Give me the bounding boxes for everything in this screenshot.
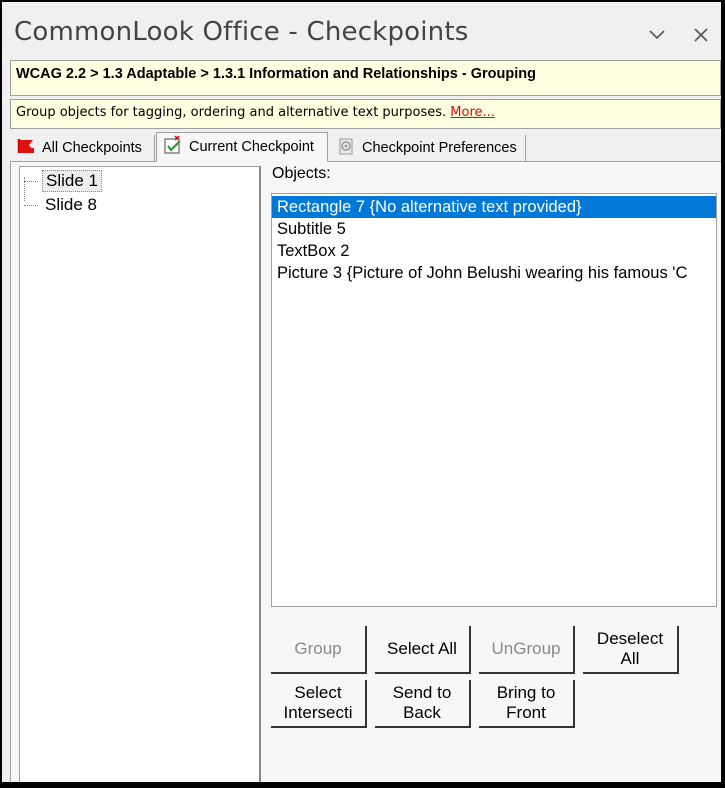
description-text: Group objects for tagging, ordering and … [16,105,451,120]
tree-item-label: Slide 8 [45,195,97,214]
select-all-button-label: Select All [387,639,457,658]
preferences-gear-icon [336,136,356,160]
object-item-subtitle-5[interactable]: Subtitle 5 [272,218,716,240]
checkpoints-window: CommonLook Office - Checkpoints WCAG 2.2… [2,2,721,782]
select-intersecting-button-label: Select Intersecti [283,683,353,722]
select-intersecting-button[interactable]: Select Intersecti [271,680,367,728]
ungroup-button[interactable]: UnGroup [479,626,575,674]
objects-label: Objects: [272,165,331,182]
group-button[interactable]: Group [271,626,367,674]
checkpoint-description: Group objects for tagging, ordering and … [10,99,721,129]
current-checkpoint-panel: Slide 1 Slide 8 Objects: Rectangle 7 {No… [10,162,721,782]
checkpoint-check-icon [163,135,183,159]
title-bar: CommonLook Office - Checkpoints [2,2,721,60]
tab-strip: All Checkpoints Current Checkpoint Check… [10,132,721,162]
more-link[interactable]: More... [450,105,495,120]
window-title: CommonLook Office - Checkpoints [14,17,469,47]
checkpoint-breadcrumb: WCAG 2.2 > 1.3 Adaptable > 1.3.1 Informa… [10,60,721,96]
close-icon[interactable] [688,22,714,48]
send-to-back-button-label: Send to Back [392,683,452,722]
tab-all-checkpoints[interactable]: All Checkpoints [10,135,155,161]
tab-checkpoint-preferences[interactable]: Checkpoint Preferences [330,135,526,161]
tab-checkpoint-preferences-label: Checkpoint Preferences [362,140,517,156]
bring-to-front-button[interactable]: Bring to Front [479,680,575,728]
flag-icon [16,137,36,159]
tree-item-slide-1[interactable]: Slide 1 [24,170,102,192]
object-item-rectangle-7[interactable]: Rectangle 7 {No alternative text provide… [272,196,716,218]
tree-branch [24,204,38,206]
chevron-down-icon[interactable] [644,22,670,48]
deselect-all-button[interactable]: Deselect All [583,626,679,674]
tab-current-checkpoint-label: Current Checkpoint [189,139,314,155]
select-all-button[interactable]: Select All [375,626,471,674]
bring-to-front-button-label: Bring to Front [496,683,556,722]
tree-item-label: Slide 1 [42,170,102,192]
ungroup-button-label: UnGroup [491,639,561,658]
group-button-label: Group [294,639,342,658]
send-to-back-button[interactable]: Send to Back [375,680,471,728]
tab-current-checkpoint[interactable]: Current Checkpoint [156,132,328,162]
tab-all-checkpoints-label: All Checkpoints [42,140,142,156]
object-item-picture-3[interactable]: Picture 3 {Picture of John Belushi weari… [272,262,716,284]
object-item-textbox-2[interactable]: TextBox 2 [272,240,716,262]
tree-branch [24,180,38,182]
deselect-all-button-label: Deselect All [596,629,664,668]
objects-list[interactable]: Rectangle 7 {No alternative text provide… [271,193,717,607]
tree-item-slide-8[interactable]: Slide 8 [24,194,100,216]
slide-tree[interactable]: Slide 1 Slide 8 [19,166,261,782]
